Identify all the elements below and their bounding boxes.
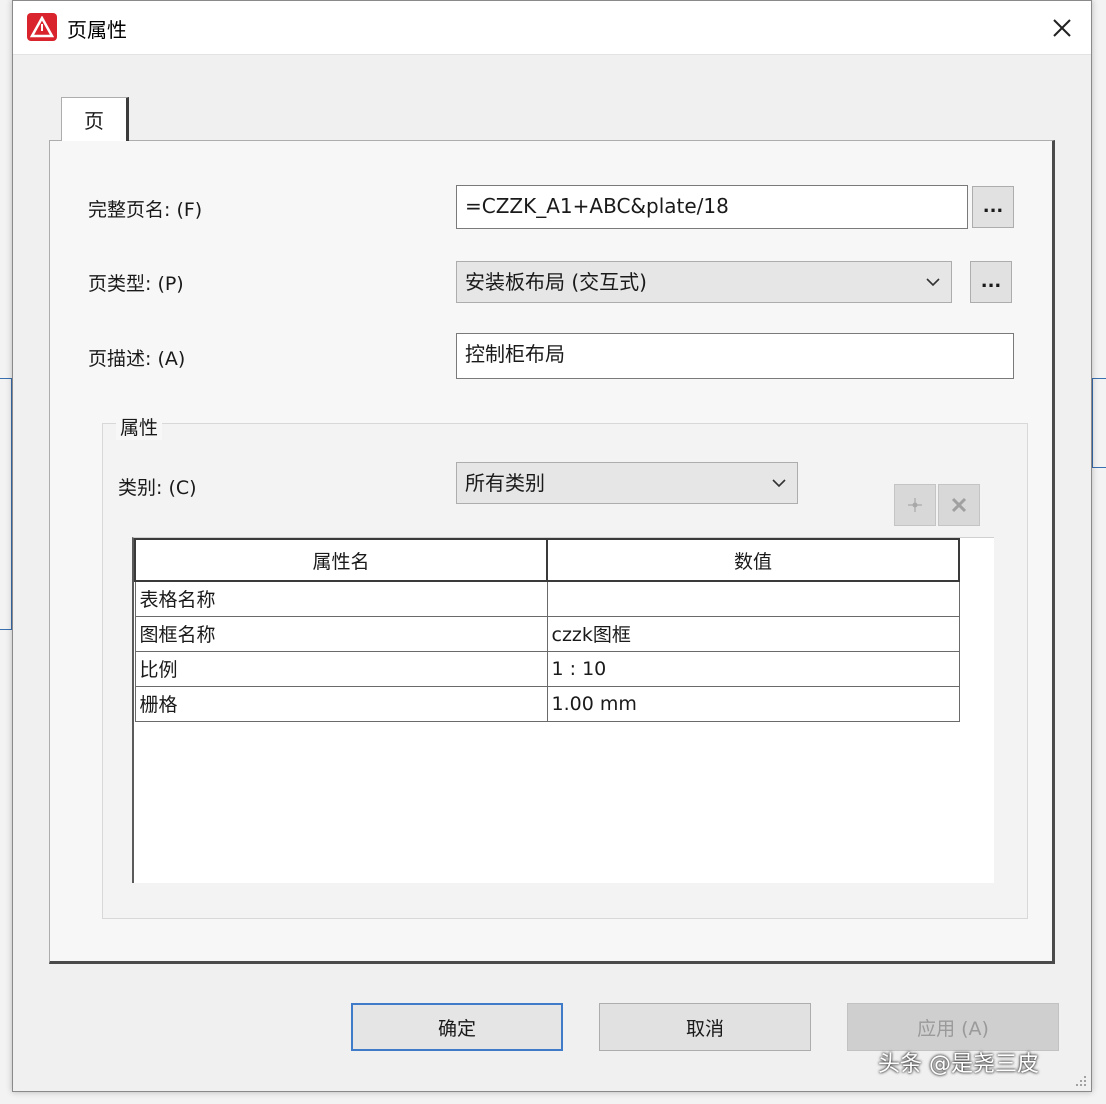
page-type-browse-button[interactable]: ... xyxy=(970,261,1012,303)
property-name-cell: 栅格 xyxy=(134,685,548,722)
new-property-button[interactable] xyxy=(894,484,936,526)
column-header-value[interactable]: 数值 xyxy=(546,538,960,582)
property-value-cell[interactable] xyxy=(546,580,960,617)
delete-icon xyxy=(951,497,967,513)
properties-group-title: 属性 xyxy=(116,413,163,440)
category-dropdown[interactable]: 所有类别 xyxy=(456,462,798,504)
column-header-property-name[interactable]: 属性名 xyxy=(134,538,548,582)
properties-table: 属性名 数值 表格名称 图框名称 czzk图框 比例 1 : 10 栅格 1.0… xyxy=(132,537,994,883)
watermark-text: 头条 @是尧三皮 xyxy=(878,1052,1039,1077)
page-description-label: 页描述: (A) xyxy=(88,348,186,370)
apply-button[interactable]: 应用 (A) xyxy=(847,1003,1059,1051)
cancel-button[interactable]: 取消 xyxy=(599,1003,811,1051)
property-name-cell: 表格名称 xyxy=(134,580,548,617)
table-row[interactable]: 比例 1 : 10 xyxy=(134,650,960,687)
ok-button[interactable]: 确定 xyxy=(351,1003,563,1051)
table-header-row: 属性名 数值 xyxy=(134,538,960,582)
page-type-value: 安装板布局 (交互式) xyxy=(465,270,647,294)
table-row[interactable]: 图框名称 czzk图框 xyxy=(134,615,960,652)
chevron-down-icon xyxy=(926,278,940,287)
property-name-cell: 比例 xyxy=(134,650,548,687)
property-value-cell[interactable]: 1.00 mm xyxy=(546,685,960,722)
table-row[interactable]: 栅格 1.00 mm xyxy=(134,685,960,722)
table-row[interactable]: 表格名称 xyxy=(134,580,960,617)
page-type-dropdown[interactable]: 安装板布局 (交互式) xyxy=(456,261,952,303)
category-value: 所有类别 xyxy=(465,471,545,495)
window-title: 页属性 xyxy=(67,18,127,42)
category-label: 类别: (C) xyxy=(118,477,197,499)
full-page-name-field[interactable]: =CZZK_A1+ABC&plate/18 xyxy=(456,185,968,229)
property-name-cell: 图框名称 xyxy=(134,615,548,652)
property-value-cell[interactable]: 1 : 10 xyxy=(546,650,960,687)
close-button[interactable] xyxy=(1045,11,1079,45)
property-value-cell[interactable]: czzk图框 xyxy=(546,615,960,652)
app-logo-icon xyxy=(27,13,57,41)
background-window-fragment-left xyxy=(0,378,12,630)
tab-page[interactable]: 页 xyxy=(61,97,129,141)
background-window-fragment-right xyxy=(1092,378,1106,468)
page-properties-dialog: 页属性 页 完整页名: (F) =CZZK_A1+ABC&plate/18 ..… xyxy=(12,0,1092,1092)
tab-panel: 完整页名: (F) =CZZK_A1+ABC&plate/18 ... 页类型:… xyxy=(49,140,1055,964)
chevron-down-icon xyxy=(772,479,786,488)
star-icon xyxy=(908,498,922,512)
close-icon xyxy=(1053,19,1071,37)
full-page-name-label: 完整页名: (F) xyxy=(88,199,203,221)
page-type-label: 页类型: (P) xyxy=(88,273,184,295)
resize-grip-icon[interactable] xyxy=(1075,1075,1087,1087)
title-bar: 页属性 xyxy=(13,1,1091,55)
full-page-name-browse-button[interactable]: ... xyxy=(972,186,1014,228)
delete-property-button[interactable] xyxy=(938,484,980,526)
page-description-field[interactable]: 控制柜布局 xyxy=(456,333,1014,379)
